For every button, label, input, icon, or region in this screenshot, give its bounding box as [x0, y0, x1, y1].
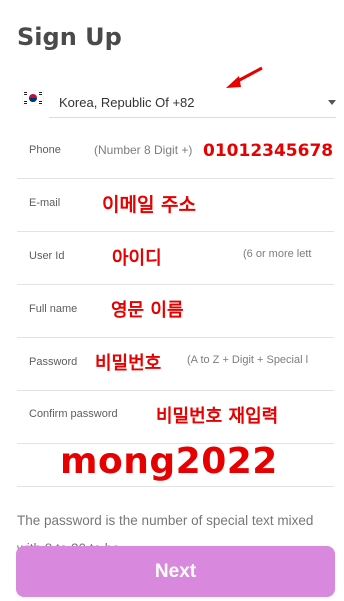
country-select-row[interactable]: Korea, Republic Of +82: [18, 86, 340, 118]
confirm-password-field[interactable]: Confirm password 비밀번호 재입력: [17, 391, 334, 444]
password-annotation: 비밀번호: [95, 353, 162, 374]
phone-annotation: 01012345678: [203, 141, 334, 161]
password-hint: (A to Z + Digit + Special l: [187, 354, 309, 366]
country-code-select[interactable]: Korea, Republic Of +82: [49, 86, 336, 118]
userid-annotation: 아이디: [112, 248, 162, 269]
password-label: Password: [29, 356, 78, 368]
phone-field[interactable]: Phone (Number 8 Digit +) 01012345678: [17, 126, 334, 179]
userid-hint: (6 or more lett: [243, 248, 312, 260]
fullname-field[interactable]: Full name 영문 이름: [17, 285, 334, 338]
email-annotation: 이메일 주소: [102, 194, 197, 216]
password-field[interactable]: Password 비밀번호 (A to Z + Digit + Special …: [17, 338, 334, 391]
phone-label: Phone: [29, 144, 61, 156]
divider: [17, 486, 334, 487]
email-field[interactable]: E-mail 이메일 주소: [17, 179, 334, 232]
phone-hint: (Number 8 Digit +): [94, 143, 193, 157]
chevron-down-icon[interactable]: [328, 100, 336, 105]
country-select-value: Korea, Republic Of +82: [59, 95, 195, 110]
userid-field[interactable]: User Id 아이디 (6 or more lett: [17, 232, 334, 285]
fullname-label: Full name: [29, 303, 78, 315]
page-title: Sign Up: [17, 23, 122, 51]
confirm-password-annotation: 비밀번호 재입력: [156, 406, 279, 427]
email-label: E-mail: [29, 197, 61, 209]
userid-label: User Id: [29, 250, 65, 262]
next-button[interactable]: Next: [16, 546, 335, 597]
korea-flag-icon: [22, 90, 44, 106]
password-value-annotation: mong2022: [60, 441, 278, 482]
confirm-password-label: Confirm password: [29, 408, 118, 420]
fullname-annotation: 영문 이름: [111, 300, 184, 321]
